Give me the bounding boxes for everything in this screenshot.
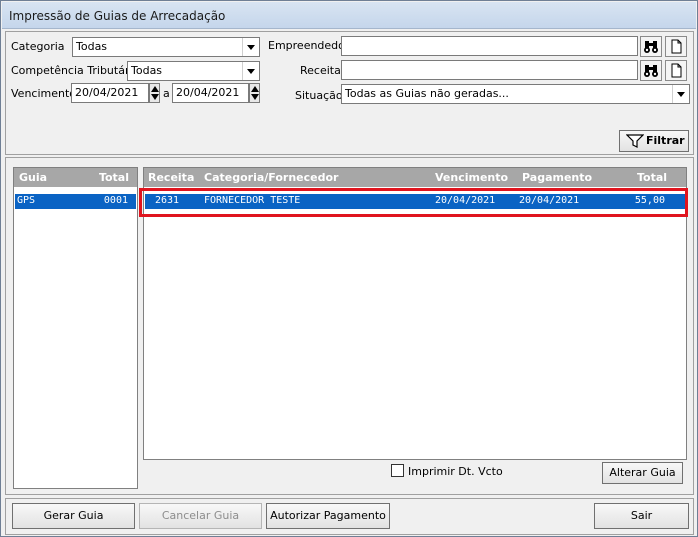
detail-grid-header: Receita Categoria/Fornecedor Vencimento … (144, 168, 686, 187)
vencimento-to-spinner[interactable] (249, 83, 260, 103)
total-cell: 0001 (103, 195, 128, 206)
table-row[interactable]: GPS 0001 (15, 194, 136, 209)
receita-label: Receita (300, 64, 341, 77)
vencimento-from-value: 20/04/2021 (75, 86, 139, 99)
empreendedor-new-button[interactable] (665, 36, 687, 57)
vencimento-from-input[interactable]: 20/04/2021 (71, 83, 149, 103)
arrow-up-icon[interactable] (251, 86, 259, 92)
guia-cell: GPS (17, 195, 36, 206)
arrow-up-icon[interactable] (151, 86, 159, 92)
footer-panel: Gerar Guia Cancelar Guia Autorizar Pagam… (5, 498, 694, 535)
imprimir-dt-vcto-checkbox[interactable] (391, 464, 404, 477)
vencimento-label: Vencimento (11, 87, 77, 100)
column-header-categoria[interactable]: Categoria/Fornecedor (204, 171, 338, 184)
situacao-label: Situação (295, 89, 343, 102)
window-title: Impressão de Guias de Arrecadação (9, 9, 226, 23)
empreendedor-label: Empreendedor (268, 39, 350, 52)
chevron-down-icon[interactable] (672, 85, 689, 103)
alterar-guia-label: Alterar Guia (609, 466, 676, 479)
chevron-down-icon[interactable] (242, 38, 259, 56)
arrow-down-icon[interactable] (151, 94, 159, 100)
title-bar[interactable]: Impressão de Guias de Arrecadação (2, 2, 696, 29)
filter-panel: Categoria Todas Competência Tributária T… (5, 31, 694, 155)
selection-highlight (139, 188, 688, 217)
funnel-icon (626, 134, 644, 148)
categoria-select[interactable]: Todas (72, 37, 260, 57)
competencia-select[interactable]: Todas (127, 61, 260, 81)
column-header-vencimento[interactable]: Vencimento (435, 171, 508, 184)
vencimento-separator: a (163, 87, 170, 100)
receita-input[interactable] (341, 60, 638, 80)
app-window: Impressão de Guias de Arrecadação Catego… (0, 0, 698, 537)
guide-list[interactable]: Guia Total GPS 0001 (13, 167, 138, 489)
competencia-label: Competência Tributária (11, 64, 140, 77)
column-header-guia[interactable]: Guia (19, 171, 47, 184)
autorizar-pagamento-label: Autorizar Pagamento (270, 509, 386, 522)
vencimento-from-spinner[interactable] (149, 83, 160, 103)
receita-new-button[interactable] (665, 60, 687, 81)
binoculars-icon (644, 41, 658, 53)
cancelar-guia-button[interactable]: Cancelar Guia (139, 503, 262, 529)
situacao-select[interactable]: Todas as Guias não geradas... (341, 84, 690, 104)
new-document-icon (671, 63, 682, 78)
situacao-value: Todas as Guias não geradas... (345, 87, 509, 100)
sair-button[interactable]: Sair (594, 503, 689, 529)
filtrar-button[interactable]: Filtrar (619, 130, 689, 152)
column-header-receita[interactable]: Receita (148, 171, 194, 184)
binoculars-icon (644, 65, 658, 77)
column-header-total[interactable]: Total (99, 171, 129, 184)
column-header-total[interactable]: Total (637, 171, 667, 184)
competencia-value: Todas (131, 64, 163, 77)
categoria-value: Todas (76, 40, 108, 53)
guide-list-header: Guia Total (14, 168, 137, 187)
alterar-guia-button[interactable]: Alterar Guia (602, 462, 683, 484)
new-document-icon (671, 39, 682, 54)
receita-search-button[interactable] (640, 60, 662, 81)
imprimir-dt-vcto-label[interactable]: Imprimir Dt. Vcto (408, 465, 503, 478)
arrow-down-icon[interactable] (251, 94, 259, 100)
chevron-down-icon[interactable] (242, 62, 259, 80)
vencimento-to-value: 20/04/2021 (176, 86, 240, 99)
cancelar-guia-label: Cancelar Guia (161, 509, 240, 522)
empreendedor-search-button[interactable] (640, 36, 662, 57)
sair-label: Sair (630, 509, 653, 522)
column-header-pagamento[interactable]: Pagamento (522, 171, 592, 184)
vencimento-to-input[interactable]: 20/04/2021 (172, 83, 249, 103)
autorizar-pagamento-button[interactable]: Autorizar Pagamento (266, 503, 390, 529)
gerar-guia-label: Gerar Guia (43, 509, 104, 522)
filtrar-label: Filtrar (646, 134, 685, 147)
gerar-guia-button[interactable]: Gerar Guia (12, 503, 135, 529)
empreendedor-input[interactable] (341, 36, 638, 56)
categoria-label: Categoria (11, 40, 65, 53)
